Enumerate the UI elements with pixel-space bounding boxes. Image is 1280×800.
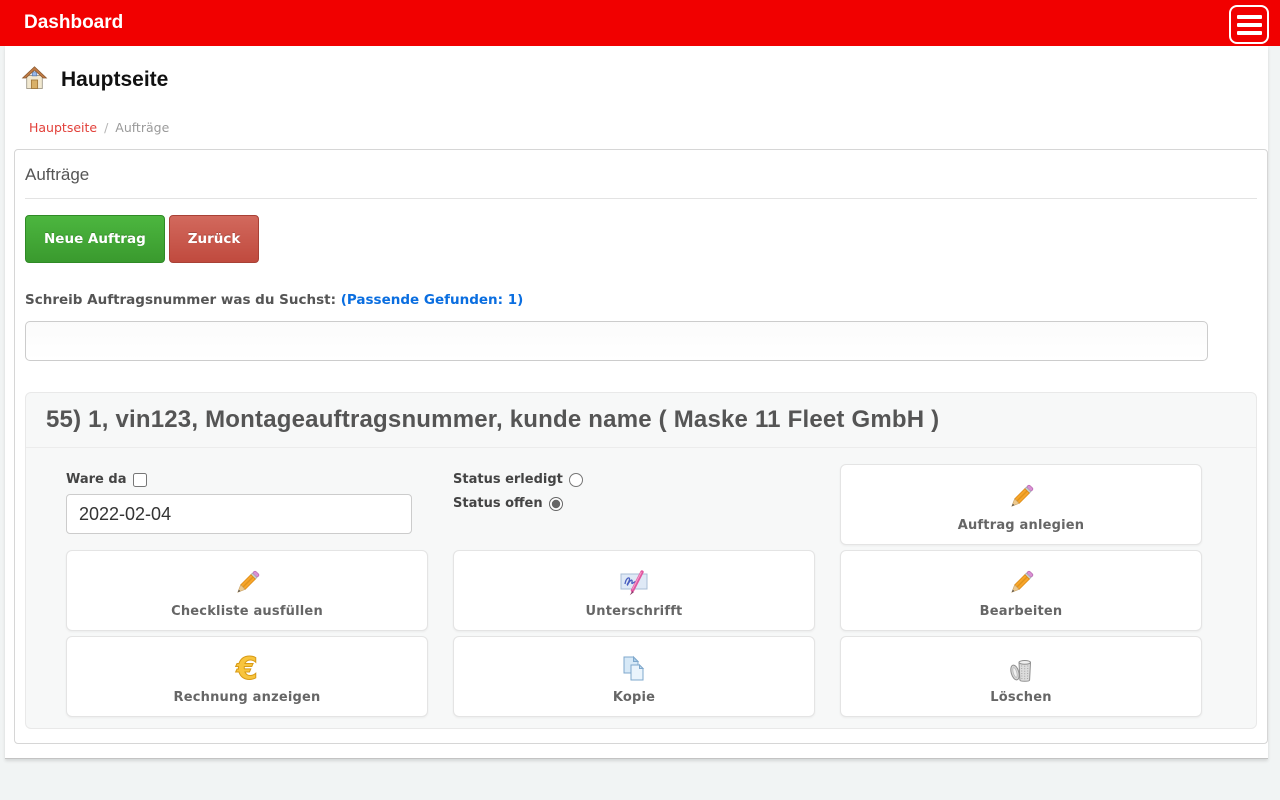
breadcrumb-home-link[interactable]: Hauptseite — [29, 120, 97, 135]
signature-icon — [617, 563, 651, 599]
action-label: Kopie — [612, 689, 656, 705]
action-auftrag-anlegen[interactable]: Auftrag anlegien — [840, 464, 1202, 545]
pencil-icon — [1005, 477, 1037, 513]
action-kopie[interactable]: Kopie — [453, 636, 815, 717]
search-label-text: Schreib Auftragsnummer was du Suchst: — [25, 292, 336, 308]
action-label: Löschen — [990, 689, 1052, 705]
action-label: Checkliste ausfüllen — [171, 603, 323, 619]
back-button[interactable]: Zurück — [168, 215, 260, 263]
action-label: Unterschrifft — [585, 603, 683, 619]
action-unterschrift[interactable]: Unterschrifft — [453, 550, 815, 631]
action-label: Rechnung anzeigen — [173, 689, 321, 705]
page-title: Hauptseite — [61, 68, 169, 91]
new-order-button[interactable]: Neue Auftrag — [25, 215, 165, 263]
status-group: Status erledigt Status offen — [453, 464, 815, 545]
euro-icon: € — [231, 649, 263, 685]
page-header: Hauptseite — [5, 62, 1268, 96]
hamburger-menu-icon[interactable] — [1229, 5, 1269, 44]
copy-icon — [618, 649, 650, 685]
house-icon — [21, 64, 48, 96]
action-checkliste[interactable]: Checkliste ausfüllen — [66, 550, 428, 631]
breadcrumb: Hauptseite / Aufträge — [5, 96, 1268, 149]
order-heading: 55) 1, vin123, Montageauftragsnummer, ku… — [26, 393, 1256, 448]
breadcrumb-current: Aufträge — [115, 120, 170, 135]
matches-count: (Passende Gefunden: 1) — [340, 292, 524, 308]
pencil-icon — [1005, 563, 1037, 599]
toolbar: Neue Auftrag Zurück — [25, 215, 1257, 263]
action-label: Bearbeiten — [979, 603, 1063, 619]
panel-title: Aufträge — [25, 150, 1257, 199]
ware-da-checkbox[interactable] — [133, 472, 148, 487]
status-erledigt-label: Status erledigt — [453, 472, 563, 487]
action-rechnung[interactable]: € Rechnung anzeigen — [66, 636, 428, 717]
app-title: Dashboard — [24, 12, 124, 33]
ware-da-label: Ware da — [66, 472, 127, 487]
auftraege-panel: Aufträge Neue Auftrag Zurück Schreib Auf… — [14, 149, 1268, 744]
search-input[interactable] — [25, 321, 1208, 361]
search-label: Schreib Auftragsnummer was du Suchst: (P… — [25, 292, 1257, 308]
panel-body: Neue Auftrag Zurück Schreib Auftragsnumm… — [15, 199, 1267, 743]
action-bearbeiten[interactable]: Bearbeiten — [840, 550, 1202, 631]
order-grid: Ware da Status erledigt Status offen — [26, 464, 1256, 717]
action-label: Auftrag anlegien — [957, 517, 1085, 533]
ware-da-group: Ware da — [66, 464, 428, 545]
action-loeschen[interactable]: Löschen — [840, 636, 1202, 717]
main-content: Hauptseite Hauptseite / Aufträge Aufträg… — [5, 46, 1268, 759]
top-navigation-bar: Dashboard — [0, 0, 1280, 46]
breadcrumb-separator: / — [104, 120, 109, 135]
trash-icon — [1005, 649, 1037, 685]
status-erledigt-radio[interactable] — [568, 472, 583, 487]
euro-glyph: € — [235, 651, 258, 685]
order-record-card: 55) 1, vin123, Montageauftragsnummer, ku… — [25, 392, 1257, 729]
date-input[interactable] — [66, 494, 412, 534]
pencil-icon — [231, 563, 263, 599]
status-offen-label: Status offen — [453, 496, 543, 511]
status-offen-radio[interactable] — [548, 496, 563, 511]
